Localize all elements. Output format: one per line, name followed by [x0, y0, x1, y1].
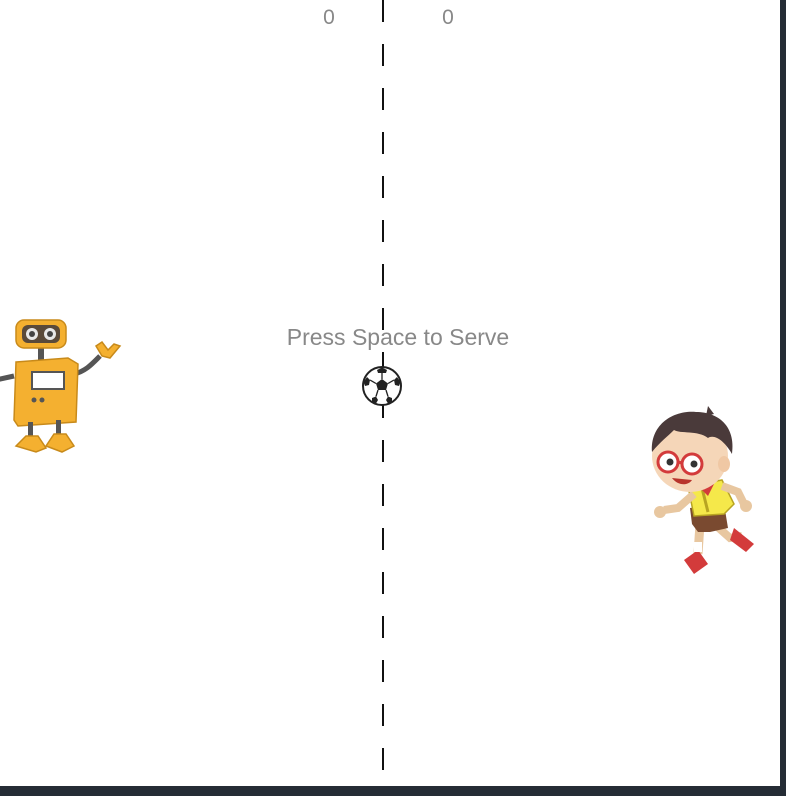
- kid-paddle-icon: [651, 406, 754, 574]
- left-score: 0: [323, 6, 335, 29]
- window-frame-right: [780, 0, 786, 796]
- robot-paddle-icon: [0, 319, 122, 453]
- right-score: 0: [442, 6, 454, 29]
- serve-prompt: Press Space to Serve: [286, 324, 510, 350]
- game-canvas[interactable]: 0 0 Press Space to Serve: [0, 0, 780, 786]
- window-frame-bottom: [0, 786, 786, 796]
- soccer-ball-icon: [362, 366, 402, 406]
